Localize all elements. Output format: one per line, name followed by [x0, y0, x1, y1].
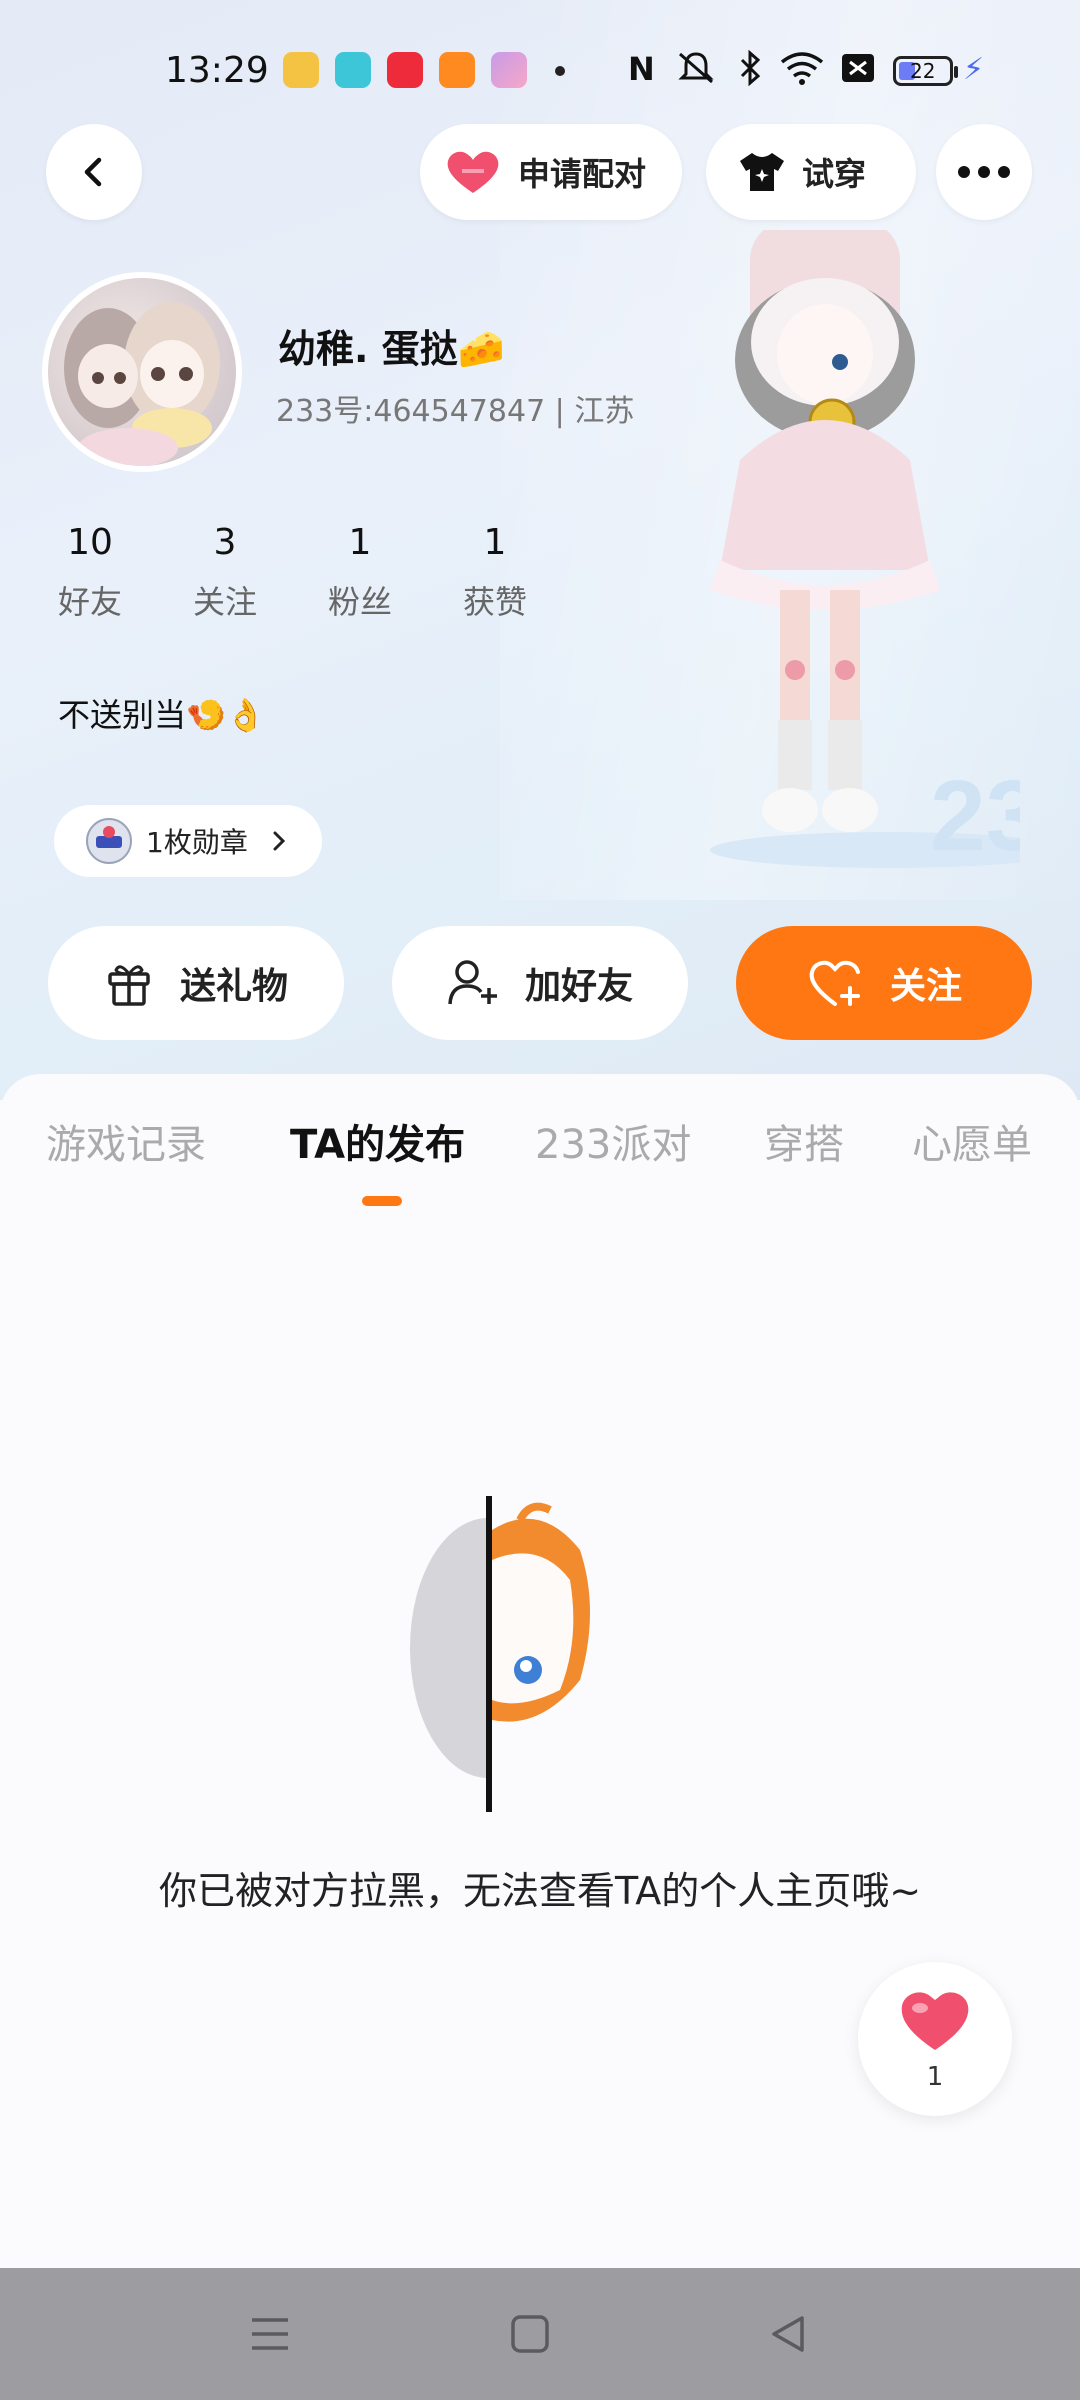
stat-label: 关注	[192, 583, 257, 621]
stat-likes[interactable]: 1 获赞	[435, 522, 555, 623]
heart-icon	[901, 1992, 969, 2050]
stat-value: 1	[348, 522, 372, 563]
stat-following[interactable]: 3 关注	[165, 522, 285, 623]
stat-value: 3	[213, 522, 237, 563]
blocked-message: 你已被对方拉黑，无法查看TA的个人主页哦~	[158, 1869, 922, 1913]
brand-watermark-233: 233	[930, 760, 1020, 870]
add-friend-label: 加好友	[524, 966, 633, 1007]
add-friend-button[interactable]: 加好友	[392, 926, 688, 1040]
more-options-button[interactable]	[936, 124, 1032, 220]
home-icon[interactable]	[510, 2314, 550, 2354]
stat-label: 粉丝	[327, 583, 392, 621]
stat-friends[interactable]: 10 好友	[30, 522, 150, 623]
try-on-label: 试穿	[802, 155, 867, 193]
more-dots-icon	[958, 166, 1010, 178]
charging-icon: ⚡	[963, 52, 985, 87]
tab-233-party[interactable]: 233派对	[535, 1112, 691, 1170]
shirt-icon	[740, 153, 784, 191]
battery-level: 22	[910, 59, 936, 83]
send-gift-button[interactable]: 送礼物	[48, 926, 344, 1040]
uid-location: 233号:464547847 | 江苏	[276, 394, 635, 429]
medal-icon	[86, 818, 132, 864]
heart-icon	[447, 151, 499, 193]
request-pair-button[interactable]: 申请配对	[420, 124, 682, 220]
heart-plus-icon	[809, 960, 860, 1006]
chevron-left-icon	[84, 157, 102, 187]
battery-indicator: 22	[893, 56, 958, 86]
active-tab-indicator	[362, 1196, 402, 1206]
follow-button[interactable]: 关注	[736, 926, 1032, 1040]
gift-icon	[108, 965, 150, 1006]
status-time: 13:29	[165, 50, 269, 91]
stat-label: 好友	[57, 583, 122, 621]
stat-value: 10	[67, 522, 113, 563]
sim-off-icon	[842, 54, 874, 82]
blocked-illustration	[410, 1496, 590, 1812]
like-float-button[interactable]: 1	[858, 1962, 1012, 2116]
add-user-icon	[448, 960, 497, 1005]
tab-wishlist[interactable]: 心愿单	[912, 1112, 1032, 1170]
profile-avatar[interactable]	[42, 272, 242, 472]
tab-game-records[interactable]: 游戏记录	[46, 1112, 206, 1170]
back-button[interactable]	[46, 124, 142, 220]
weibo-icon	[283, 52, 319, 88]
stat-fans[interactable]: 1 粉丝	[300, 522, 420, 623]
avatar-character-figure[interactable]: 233	[690, 230, 1020, 870]
like-count: 1	[926, 2062, 944, 2092]
medal-label: 1枚勋章	[146, 826, 248, 859]
nfc-icon: N	[628, 50, 655, 88]
try-on-button[interactable]: 试穿	[706, 124, 916, 220]
notification-dot	[555, 66, 565, 76]
send-gift-label: 送礼物	[179, 966, 288, 1007]
nickname: 幼稚. 蛋挞🧀	[278, 327, 505, 371]
stat-value: 1	[483, 522, 507, 563]
bluetooth-icon	[740, 50, 761, 86]
xiaohongshu-icon	[387, 52, 423, 88]
tab-outfits[interactable]: 穿搭	[764, 1112, 844, 1170]
request-pair-label: 申请配对	[518, 155, 647, 193]
menu-icon[interactable]	[250, 2314, 290, 2354]
game-app-icon	[491, 52, 527, 88]
follow-label: 关注	[889, 966, 962, 1007]
wifi-icon	[780, 52, 824, 85]
video-app-icon	[335, 52, 371, 88]
chevron-right-icon	[273, 831, 285, 851]
home-app-icon	[439, 52, 475, 88]
medal-badge-button[interactable]: 1枚勋章	[54, 805, 322, 877]
stat-label: 获赞	[462, 583, 527, 621]
status-bar: 13:29 N 22 ⚡	[0, 0, 1080, 140]
mute-icon	[678, 52, 714, 84]
tab-ta-posts[interactable]: TA的发布	[290, 1112, 465, 1170]
system-nav-bar	[0, 2268, 1080, 2400]
back-triangle-icon[interactable]	[768, 2314, 808, 2354]
bio-text: 不送别当🍤👌	[58, 696, 266, 734]
avatar-image	[64, 302, 220, 466]
